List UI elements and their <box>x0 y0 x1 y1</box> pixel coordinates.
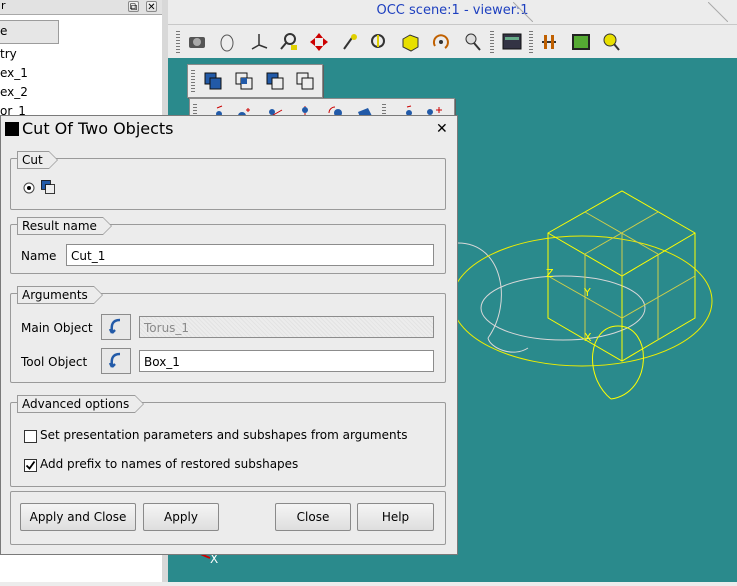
axis-y-label: Y <box>583 286 591 299</box>
pan-icon[interactable] <box>308 31 330 53</box>
common-icon[interactable] <box>233 70 255 92</box>
browser-column-header[interactable]: e <box>0 20 59 44</box>
arguments-group: Arguments Main Object Torus_1 Tool Objec… <box>10 286 446 383</box>
help-button[interactable]: Help <box>357 503 434 531</box>
tree-item[interactable]: try <box>0 47 17 61</box>
rotate-icon[interactable] <box>338 31 360 53</box>
viewer-title: OCC scene:1 - viewer:1 <box>376 3 529 18</box>
close-button[interactable]: Close <box>275 503 351 531</box>
dialog-titlebar[interactable]: Cut Of Two Objects ✕ <box>1 116 457 142</box>
axis-x-label: X <box>584 331 592 344</box>
viewer-titlebar: OCC scene:1 - viewer:1 <box>168 0 737 25</box>
measure-icon[interactable] <box>538 31 560 53</box>
window-corner-icon <box>513 2 533 22</box>
zoom-icon[interactable] <box>368 31 390 53</box>
tool-object-label: Tool Object <box>21 355 88 369</box>
main-object-select-button[interactable] <box>101 314 131 340</box>
arguments-group-title: Arguments <box>17 286 103 304</box>
cut-radio[interactable] <box>23 182 35 194</box>
cut-group: Cut <box>10 151 446 210</box>
advanced-group-title: Advanced options <box>17 395 145 413</box>
zoom-fit-icon[interactable] <box>278 31 300 53</box>
result-name-input[interactable]: Cut_1 <box>66 244 434 266</box>
toolbar-grip[interactable] <box>176 31 180 53</box>
cut-dialog: Cut Of Two Objects ✕ Cut Result name Nam… <box>0 115 458 555</box>
undock-icon[interactable]: ⧉ <box>128 1 139 13</box>
close-icon[interactable]: ✕ <box>436 121 448 137</box>
apply-button[interactable]: Apply <box>143 503 219 531</box>
main-object-label: Main Object <box>21 321 93 335</box>
axis-z-label: Z <box>546 267 554 280</box>
box-shape[interactable] <box>451 190 713 400</box>
tool-object-field[interactable]: Box_1 <box>139 350 434 372</box>
browser-title: r <box>1 0 6 12</box>
fuse-icon[interactable] <box>202 70 224 92</box>
column-header-label: e <box>0 24 8 38</box>
viewer-toolbar <box>168 25 737 59</box>
dimension-icon[interactable] <box>570 31 592 53</box>
main-object-field: Torus_1 <box>139 316 434 338</box>
checkmark-icon <box>25 460 36 470</box>
properties-icon[interactable] <box>600 31 622 53</box>
boolean-toolbar <box>187 64 323 98</box>
prefix-checkbox[interactable] <box>24 459 37 472</box>
fit-all-icon[interactable] <box>400 31 422 53</box>
toolbar-grip[interactable] <box>191 70 195 92</box>
tool-object-select-button[interactable] <box>101 348 131 374</box>
walk-icon[interactable] <box>462 31 484 53</box>
section-icon[interactable] <box>294 70 316 92</box>
name-label: Name <box>21 249 57 263</box>
torus-shape[interactable] <box>457 242 646 353</box>
apply-and-close-button[interactable]: Apply and Close <box>20 503 136 531</box>
presentation-checkbox-label: Set presentation parameters and subshape… <box>40 428 408 442</box>
dump-view-icon[interactable] <box>186 31 208 53</box>
window-menu-icon[interactable] <box>5 122 19 136</box>
cut-icon[interactable] <box>264 70 286 92</box>
result-group-title: Result name <box>17 217 112 235</box>
presentation-checkbox[interactable] <box>24 430 37 443</box>
toolbar-grip[interactable] <box>490 31 494 53</box>
tree-item[interactable]: ex_1 <box>0 66 28 80</box>
window-corner-icon <box>708 2 728 22</box>
tree-item[interactable]: ex_2 <box>0 85 28 99</box>
advanced-options-group: Advanced options Set presentation parame… <box>10 395 446 487</box>
browser-titlebar: r ⧉ ✕ <box>0 0 162 15</box>
rotation-icon[interactable] <box>430 31 452 53</box>
dialog-title: Cut Of Two Objects <box>22 119 174 138</box>
close-icon[interactable]: ✕ <box>146 1 157 13</box>
cut-type-icon <box>41 180 55 194</box>
trihedron-icon[interactable] <box>248 31 270 53</box>
tree-item-label: try <box>0 47 17 61</box>
mouse-mode-icon[interactable] <box>216 31 238 53</box>
prefix-checkbox-label: Add prefix to names of restored subshape… <box>40 457 299 471</box>
button-bar: Apply and Close Apply Close Help <box>10 491 446 545</box>
tree-item-label: ex_1 <box>0 66 28 80</box>
select-arrow-icon <box>108 318 121 334</box>
toolbar-grip[interactable] <box>529 31 533 53</box>
tree-item-label: ex_2 <box>0 85 28 99</box>
result-name-group: Result name Name Cut_1 <box>10 217 446 274</box>
select-arrow-icon <box>108 352 121 368</box>
cut-group-title: Cut <box>17 151 58 169</box>
console-icon[interactable] <box>501 31 523 53</box>
